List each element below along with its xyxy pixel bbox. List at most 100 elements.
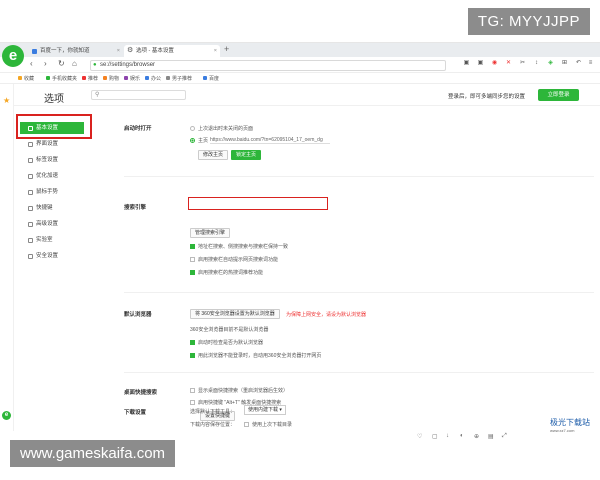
address-input[interactable]: ● se://settings/browser	[90, 60, 446, 71]
download-icon[interactable]: ↓	[446, 433, 449, 439]
lock-homepage-button[interactable]: 锁定主页	[231, 150, 262, 160]
checkbox-search-suggest[interactable]: 启用搜索栏自动提示网页搜索词功能	[190, 256, 278, 263]
close-icon[interactable]: ×	[117, 45, 120, 57]
homepage-url-input[interactable]: https://www.baidu.com/?tn=62095104_17_oe…	[210, 137, 330, 144]
secure-icon: ●	[93, 62, 97, 68]
manage-search-button[interactable]: 管理搜索引擎	[190, 228, 231, 238]
heart-icon[interactable]: ♡	[417, 433, 422, 440]
radio-last-session[interactable]: 上次退出时未关闭的页面	[190, 125, 253, 132]
back-icon[interactable]: ‹	[30, 59, 33, 68]
nav-item-security[interactable]: 安全设置	[20, 250, 84, 262]
watermark-gameskaifa: www.gameskaifa.com	[10, 440, 176, 467]
tab-settings[interactable]: ⚙ 选项 - 基本设置 ×	[124, 45, 220, 57]
nav-item-tabs[interactable]: 标签设置	[20, 154, 84, 166]
browser-logo-icon[interactable]: e	[2, 45, 24, 67]
bookmark-item[interactable]: 男子推荐	[166, 75, 192, 82]
settings-content: 启动时打开 上次退出时未关闭的页面 主页 https://www.baidu.c…	[110, 106, 600, 442]
interface-icon	[28, 141, 33, 147]
bookmark-item[interactable]: 收藏	[18, 75, 34, 82]
checkbox[interactable]	[244, 421, 249, 427]
options-header: 选项 ⚲ 登录后，即可多端同步您的设置 立即登录	[14, 84, 600, 106]
video-icon[interactable]: ▣	[477, 60, 484, 67]
mail-icon[interactable]: ▣	[463, 60, 470, 67]
radio-homepage[interactable]: 主页	[190, 137, 208, 144]
divider	[124, 292, 594, 293]
checkbox-open-fallback[interactable]: 用此浏览器不能登录时，自动用360安全浏览器打开网页	[190, 352, 321, 359]
highlight-box-nav	[16, 114, 92, 139]
nav-item-lab[interactable]: 实验室	[20, 234, 84, 246]
checkbox[interactable]	[190, 339, 195, 345]
sync-icon[interactable]: ↕	[533, 60, 540, 67]
set-default-button[interactable]: 将 360安全浏览器设置为默认浏览器	[190, 309, 280, 319]
favorites-star-icon[interactable]: ★	[3, 96, 10, 105]
section-title-default: 默认浏览器	[124, 312, 152, 318]
browser-window: e 百度一下，你就知道 × ⚙ 选项 - 基本设置 × + ‹ › ↻ ⌂ ● …	[0, 42, 600, 442]
checkbox[interactable]	[190, 243, 195, 249]
folder-icon	[145, 76, 149, 80]
game-icon[interactable]: ◉	[491, 60, 498, 67]
forward-icon[interactable]: ›	[44, 59, 47, 68]
checkbox-last-dir[interactable]: 使用上次下载目录	[244, 421, 292, 428]
bookmark-item[interactable]: 百度	[203, 75, 219, 82]
checkbox-desktop-show[interactable]: 显示桌面快捷搜索（重启浏览器后生效）	[190, 387, 288, 394]
tab-bar: e 百度一下，你就知道 × ⚙ 选项 - 基本设置 × +	[0, 43, 600, 67]
bookmark-item[interactable]: 娱乐	[124, 75, 140, 82]
settings-nav: 基本设置 界面设置 标签设置 优化加速 鼠标手势 快捷键 高级设置 实验室 安全…	[14, 106, 84, 442]
login-button[interactable]: 立即登录	[538, 89, 579, 101]
checkbox-search-hot[interactable]: 启用搜索栏的热搜词推荐功能	[190, 269, 263, 276]
nav-item-mouse[interactable]: 鼠标手势	[20, 186, 84, 198]
zoom-icon[interactable]: ⊕	[474, 433, 479, 440]
download-tool-label: 选择默认下载工具：	[190, 409, 236, 415]
nav-item-interface[interactable]: 界面设置	[20, 138, 84, 150]
tools-icon[interactable]: ✕	[505, 60, 512, 67]
bookmark-item[interactable]: 购物	[103, 75, 119, 82]
menu-icon[interactable]: ≡	[587, 60, 594, 67]
divider	[124, 372, 594, 373]
new-tab-button[interactable]: +	[224, 44, 229, 54]
bookmark-item[interactable]: 办公	[145, 75, 161, 82]
checkbox-check-default[interactable]: 启动时检查是否为默认浏览器	[190, 339, 263, 346]
bookmark-item[interactable]: 推荐	[82, 75, 98, 82]
default-status: 360安全浏览器目前不是默认浏览器	[190, 327, 269, 333]
tab-title: 选项 - 基本设置	[136, 48, 174, 54]
mouse-icon	[28, 189, 33, 195]
extension-icon[interactable]: ⊞	[561, 60, 568, 67]
fullscreen-icon[interactable]: ⤢	[502, 433, 507, 440]
refresh-icon[interactable]: ↻	[58, 59, 65, 68]
tab-icon	[28, 157, 33, 163]
screenshot-icon[interactable]: ✂	[519, 60, 526, 67]
bookmark-item[interactable]: 手机收藏夹	[46, 75, 77, 82]
home-icon[interactable]: ⌂	[72, 59, 77, 68]
checkbox[interactable]	[190, 387, 195, 393]
browser-mini-logo-icon[interactable]: e	[2, 411, 11, 420]
nav-item-advanced[interactable]: 高级设置	[20, 218, 84, 230]
checkbox[interactable]	[190, 256, 195, 262]
close-icon[interactable]: ×	[214, 45, 217, 57]
modify-homepage-button[interactable]: 修改主页	[198, 150, 229, 160]
options-search-input[interactable]: ⚲	[91, 90, 186, 100]
checkbox-search-sync[interactable]: 地址栏搜索、侧搜搜索与搜索栏保持一致	[190, 243, 288, 250]
tab-title: 百度一下，你就知道	[40, 48, 90, 54]
radio[interactable]	[190, 137, 195, 143]
shield-icon[interactable]: ◈	[547, 60, 554, 67]
side-strip: ★ e	[0, 84, 14, 442]
section-title-startup: 启动时打开	[124, 126, 152, 132]
shield-icon	[28, 253, 33, 259]
download-tool-select[interactable]: 使用内建下载 ▾	[244, 405, 286, 415]
default-warning: 为保障上网安全，请设为默认浏览器	[286, 312, 367, 318]
undo-icon[interactable]: ↶	[575, 60, 582, 67]
checkbox[interactable]	[190, 352, 195, 358]
folder-icon	[166, 76, 170, 80]
checkbox[interactable]	[190, 269, 195, 275]
download-path-label: 下载内容保存位置：	[190, 422, 236, 428]
recommend-icon	[82, 76, 86, 80]
nav-item-optimize[interactable]: 优化加速	[20, 170, 84, 182]
doc-icon[interactable]: ▤	[488, 433, 494, 440]
nav-item-hotkeys[interactable]: 快捷键	[20, 202, 84, 214]
address-toolbar: ‹ › ↻ ⌂ ● se://settings/browser ▣ ▣ ◉ ✕ …	[0, 57, 600, 73]
radio[interactable]	[190, 125, 195, 131]
tab-baidu[interactable]: 百度一下，你就知道 ×	[28, 45, 123, 57]
chat-icon[interactable]: ▢	[432, 433, 438, 440]
checkbox[interactable]	[190, 399, 195, 405]
sound-icon[interactable]: ◐	[460, 433, 464, 439]
